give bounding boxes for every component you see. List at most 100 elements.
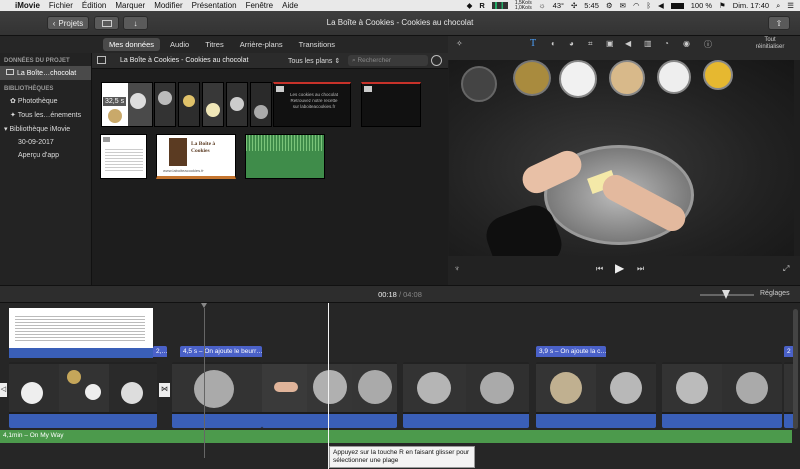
overlay-clip-bar: [9, 348, 153, 358]
updown-icon: ⇕: [334, 58, 341, 65]
sidebar-item-project[interactable]: La Boîte…chocolat: [0, 66, 91, 80]
media-thumbnail[interactable]: [178, 82, 200, 127]
dropbox-icon[interactable]: ◆: [467, 1, 473, 10]
sidebar-item-app-preview[interactable]: Aperçu d'app: [0, 149, 91, 162]
crop-icon[interactable]: ⌗: [588, 39, 593, 49]
sidebar-item-library[interactable]: ▾ Bibliothèque iMovie: [0, 122, 91, 136]
libraries-header: BIBLIOTHÈQUES: [4, 86, 54, 92]
gear-icon[interactable]: ⚙: [606, 1, 613, 10]
video-clip[interactable]: [662, 362, 782, 428]
menu-presentation[interactable]: Présentation: [192, 0, 237, 11]
settings-button[interactable]: Réglages: [760, 290, 790, 297]
tab-audio[interactable]: Audio: [164, 38, 195, 51]
media-thumbnail[interactable]: [202, 82, 224, 127]
zoom-slider[interactable]: [700, 290, 754, 299]
title-card-thumbnail[interactable]: Les cookies au chocolat Retrouvez notre …: [273, 82, 351, 127]
microphone-icon[interactable]: ♆: [454, 264, 460, 273]
menu-aide[interactable]: Aide: [282, 0, 298, 11]
media-tabs: Mes données Audio Titres Arrière-plans T…: [0, 36, 448, 53]
tooltip: Appuyez sur la touche R en faisant gliss…: [329, 446, 475, 468]
speed-icon[interactable]: ◔: [664, 39, 669, 48]
media-thumbnail[interactable]: [154, 82, 176, 127]
ingredient-bowl: [703, 60, 733, 90]
play-button[interactable]: ▶: [615, 261, 624, 275]
sidebar-item-phototheque[interactable]: ✿ Photothèque: [0, 94, 91, 108]
clip-title-label[interactable]: 3,9 s – On ajoute la c…: [536, 346, 606, 357]
logo-thumbnail[interactable]: La Boîte à Cookies www.laboiteacookies.f…: [156, 134, 236, 179]
sidebar-item-all-events[interactable]: ✦ Tous les…énements: [0, 108, 91, 122]
magic-wand-icon[interactable]: ✧: [456, 39, 463, 48]
color-correction-icon[interactable]: ◕: [569, 39, 574, 48]
temperature: 43°: [552, 1, 564, 10]
timeline-scrollbar[interactable]: [793, 309, 798, 429]
cpu-graph-icon[interactable]: [491, 2, 508, 9]
reset-all-button[interactable]: Tout réinitialiser: [750, 37, 790, 51]
filter-icon[interactable]: ◉: [683, 39, 690, 48]
tab-mes-donnees[interactable]: Mes données: [103, 38, 161, 51]
notification-icon[interactable]: ☰: [787, 1, 794, 10]
timecode: 00:18 / 04:08: [378, 290, 422, 299]
playhead[interactable]: [328, 303, 329, 469]
network-rate: 1,5Ko/s 1,0Ko/s: [514, 0, 532, 11]
info-icon[interactable]: ⓘ: [704, 39, 712, 50]
black-clip-thumbnail[interactable]: [361, 82, 421, 127]
camera-icon: [103, 137, 110, 142]
media-thumbnail[interactable]: [250, 82, 272, 127]
sidebar-toggle-icon[interactable]: [97, 56, 106, 64]
clock[interactable]: Dim. 17:40: [733, 1, 769, 10]
menu-modifier[interactable]: Modifier: [154, 0, 182, 11]
music-track[interactable]: 4,1min – On My Way: [0, 430, 792, 443]
clip-filter[interactable]: Tous les plans ⇕: [288, 57, 340, 65]
zoom-slider-handle[interactable]: [722, 290, 730, 299]
duration-badge: 32,5 s: [103, 97, 127, 106]
overlay-clip[interactable]: [9, 308, 153, 348]
volume-icon[interactable]: ◀: [658, 1, 664, 10]
total-time: 04:08: [403, 290, 422, 299]
chat-icon[interactable]: ✉: [620, 1, 626, 10]
search-field[interactable]: ⌕ Rechercher: [348, 55, 428, 66]
color-balance-icon[interactable]: ◐: [551, 39, 556, 48]
timeline-header: 00:18 / 04:08 Réglages: [0, 285, 800, 303]
media-thumbnail[interactable]: [226, 82, 248, 127]
audio-thumbnail[interactable]: [245, 134, 325, 179]
video-clip[interactable]: [536, 362, 656, 428]
sidebar-item-event[interactable]: 30-09-2017: [0, 136, 91, 149]
menu-imovie[interactable]: iMovie: [15, 0, 40, 11]
menu-fenetre[interactable]: Fenêtre: [246, 0, 274, 11]
search-icon[interactable]: ⌕: [776, 1, 780, 11]
tab-transitions[interactable]: Transitions: [293, 38, 341, 51]
stabilization-icon[interactable]: ▣: [606, 39, 614, 48]
menu-fichier[interactable]: Fichier: [49, 0, 73, 11]
skip-forward-icon[interactable]: ⏭: [637, 264, 644, 274]
share-button[interactable]: ⇧: [768, 16, 790, 30]
menu-marquer[interactable]: Marquer: [115, 0, 145, 11]
bluetooth-icon[interactable]: ᛒ: [646, 1, 651, 10]
ingredient-bowl: [657, 60, 691, 94]
wifi-icon[interactable]: ◠: [633, 1, 640, 10]
current-time: 00:18: [378, 290, 397, 299]
video-clip[interactable]: [9, 362, 157, 428]
battery-icon[interactable]: [670, 2, 684, 9]
text-document-thumbnail[interactable]: [100, 134, 147, 179]
clip-title-label[interactable]: 4,5 s – On ajoute le beurr…: [180, 346, 262, 357]
menu-edition[interactable]: Édition: [82, 0, 106, 11]
title-tool-icon[interactable]: T: [530, 38, 536, 49]
tab-arriere-plans[interactable]: Arrière-plans: [234, 38, 289, 51]
video-clip[interactable]: [262, 362, 397, 428]
transition-icon[interactable]: ◁: [0, 383, 7, 397]
transition-icon[interactable]: ⋈: [159, 383, 170, 397]
video-clip[interactable]: [172, 362, 262, 428]
skip-back-icon[interactable]: ⏮: [596, 264, 603, 274]
flag-icon[interactable]: ⚑: [719, 1, 726, 10]
volume-icon[interactable]: ◀: [625, 39, 631, 48]
photos-icon: ✿: [10, 98, 18, 105]
video-clip[interactable]: [403, 362, 529, 428]
browser-title: La Boîte à Cookies - Cookies au chocolat: [120, 57, 249, 64]
equalizer-icon[interactable]: ▥: [644, 39, 652, 48]
tab-titres[interactable]: Titres: [199, 38, 229, 51]
fullscreen-icon[interactable]: ⤢: [783, 264, 789, 274]
media-thumbnail[interactable]: 32,5 s: [101, 82, 153, 127]
clip-title-label[interactable]: 2,…: [153, 346, 167, 357]
record-icon[interactable]: R: [479, 1, 484, 10]
browser-settings-icon[interactable]: [431, 55, 442, 66]
